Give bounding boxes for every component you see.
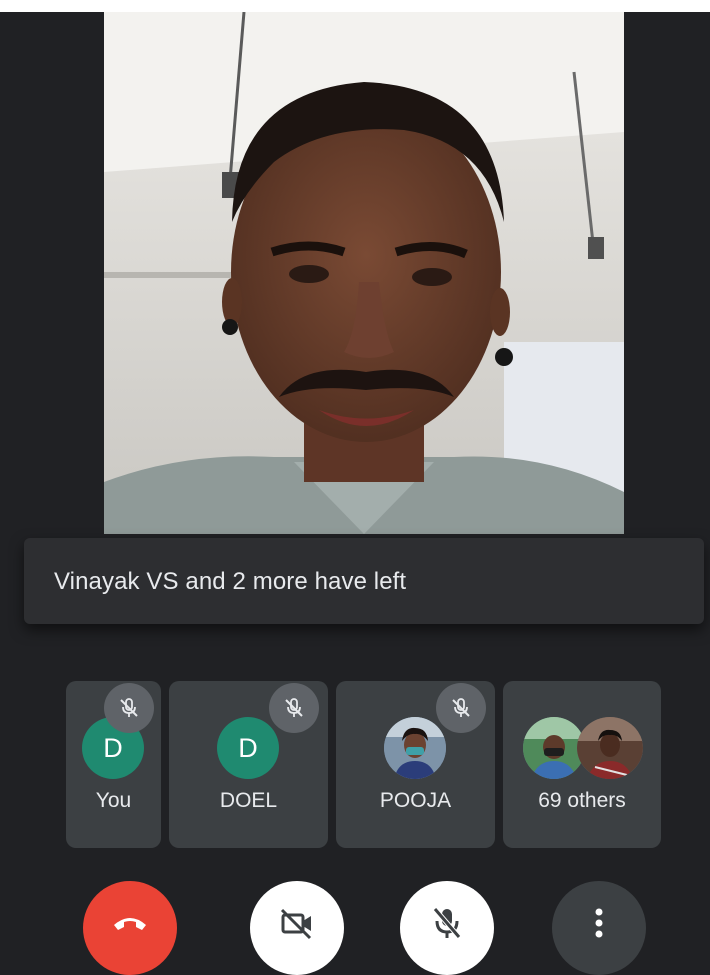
avatar bbox=[577, 717, 643, 779]
mic-off-icon bbox=[427, 903, 467, 948]
more-options-button[interactable] bbox=[552, 881, 646, 975]
avatar-letter: D bbox=[238, 732, 258, 763]
participant-name: You bbox=[95, 789, 132, 812]
avatar-letter: D bbox=[103, 732, 123, 763]
speaker-video-frame bbox=[104, 12, 624, 534]
phone-hangup-icon bbox=[110, 903, 150, 948]
video-off-icon bbox=[277, 903, 317, 948]
participant-tile-others[interactable]: 69 others bbox=[503, 681, 661, 848]
participant-tile-you[interactable]: D You bbox=[66, 681, 161, 848]
participants-left-toast: Vinayak VS and 2 more have left bbox=[24, 538, 704, 624]
avatar: D bbox=[217, 717, 279, 779]
participant-name: 69 others bbox=[538, 789, 626, 812]
avatar bbox=[523, 717, 585, 779]
participant-tile-pooja[interactable]: POOJA bbox=[336, 681, 495, 848]
main-speaker-video[interactable] bbox=[104, 12, 624, 534]
microphone-toggle-button[interactable] bbox=[400, 881, 494, 975]
mic-off-icon bbox=[436, 683, 486, 733]
mic-off-icon bbox=[269, 683, 319, 733]
toast-message: Vinayak VS and 2 more have left bbox=[54, 568, 407, 595]
participant-name: DOEL bbox=[219, 789, 278, 812]
mic-off-icon bbox=[104, 683, 154, 733]
avatar bbox=[384, 717, 446, 779]
status-strip bbox=[0, 0, 710, 12]
participant-tile-doel[interactable]: D DOEL bbox=[169, 681, 328, 848]
participant-name: POOJA bbox=[379, 789, 452, 812]
end-call-button[interactable] bbox=[83, 881, 177, 975]
camera-toggle-button[interactable] bbox=[250, 881, 344, 975]
more-vert-icon bbox=[579, 903, 619, 948]
